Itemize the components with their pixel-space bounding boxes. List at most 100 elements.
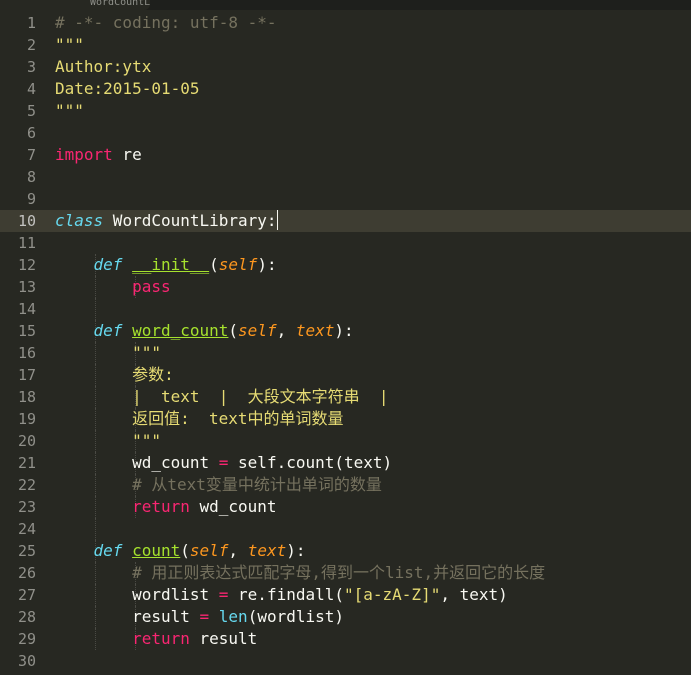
code-token: = xyxy=(218,585,229,604)
code-token: , text) xyxy=(440,585,508,604)
line-code: """ xyxy=(55,342,161,364)
line-code: """ xyxy=(55,100,84,122)
code-line[interactable]: 9 xyxy=(0,188,691,210)
code-token: self xyxy=(189,541,229,560)
indent-guide xyxy=(95,298,96,320)
code-line[interactable]: 27 wordlist = re.findall("[a-zA-Z]", tex… xyxy=(0,584,691,606)
code-token: Author:ytx xyxy=(55,57,152,76)
code-token: wd_count xyxy=(189,497,277,516)
code-line[interactable]: 16 """ xyxy=(0,342,691,364)
code-line[interactable]: 24 xyxy=(0,518,691,540)
line-number: 13 xyxy=(17,278,36,296)
code-line[interactable]: 1 # -*- coding: utf-8 -*- xyxy=(0,12,691,34)
code-line[interactable]: 13 pass xyxy=(0,276,691,298)
code-line[interactable]: 10 class WordCountLibrary: xyxy=(0,210,691,232)
line-number: 14 xyxy=(17,300,36,318)
code-token: wordlist xyxy=(132,585,219,604)
line-number: 3 xyxy=(26,58,36,76)
code-line[interactable]: 25 def count(self, text): xyxy=(0,540,691,562)
line-number: 25 xyxy=(17,542,36,560)
line-number: 26 xyxy=(17,564,36,582)
code-token: re xyxy=(112,145,142,164)
code-line[interactable]: 5 """ xyxy=(0,100,691,122)
code-token: pass xyxy=(132,277,171,296)
code-line[interactable]: 6 xyxy=(0,122,691,144)
line-number: 17 xyxy=(17,366,36,384)
code-line[interactable]: 4 Date:2015-01-05 xyxy=(0,78,691,100)
code-token: ( xyxy=(228,321,239,340)
code-line[interactable]: 12 def __init__(self): xyxy=(0,254,691,276)
code-token: self xyxy=(238,321,277,340)
code-token: # 从text变量中统计出单词的数量 xyxy=(132,475,382,494)
code-line[interactable]: 18 | text | 大段文本字符串 | xyxy=(0,386,691,408)
code-line[interactable]: 15 def word_count(self, text): xyxy=(0,320,691,342)
code-line[interactable]: 2 """ xyxy=(0,34,691,56)
line-number: 1 xyxy=(26,14,36,32)
line-number: 5 xyxy=(26,102,36,120)
line-number: 15 xyxy=(17,322,36,340)
code-token: """ xyxy=(55,35,84,54)
line-code: # -*- coding: utf-8 -*- xyxy=(55,12,277,34)
code-token: 参数: xyxy=(132,365,174,384)
line-number: 20 xyxy=(17,432,36,450)
code-line[interactable]: 8 xyxy=(0,166,691,188)
editor-window: WordCountLibrary.py 1 # -*- coding: utf-8… xyxy=(0,0,691,675)
code-line[interactable]: 17 参数: xyxy=(0,364,691,386)
code-line[interactable]: 20 """ xyxy=(0,430,691,452)
code-line[interactable]: 11 xyxy=(0,232,691,254)
line-number: 4 xyxy=(26,80,36,98)
code-line[interactable]: 23 return wd_count xyxy=(0,496,691,518)
code-token: ): xyxy=(286,541,306,560)
code-token: """ xyxy=(132,343,161,362)
code-line[interactable]: 30 xyxy=(0,650,691,672)
tab-file[interactable]: WordCountLibrary.py xyxy=(0,0,150,10)
code-token: text xyxy=(295,321,335,340)
line-code: def count(self, text): xyxy=(55,540,306,562)
code-line[interactable]: 26 # 用正则表达式匹配字母,得到一个list,并返回它的长度 xyxy=(0,562,691,584)
code-token: def xyxy=(93,541,123,560)
code-line[interactable]: 21 wd_count = self.count(text) xyxy=(0,452,691,474)
code-token: count xyxy=(132,541,181,560)
code-token: result xyxy=(132,607,200,626)
line-number: 6 xyxy=(26,124,36,142)
code-line[interactable]: 7 import re xyxy=(0,144,691,166)
code-line[interactable]: 29 return result xyxy=(0,628,691,650)
line-code: Date:2015-01-05 xyxy=(55,78,200,100)
line-number: 28 xyxy=(17,608,36,626)
line-code: result = len(wordlist) xyxy=(55,606,344,628)
code-token: , xyxy=(228,541,248,560)
line-code: def word_count(self, text): xyxy=(55,320,354,342)
code-editor[interactable]: 1 # -*- coding: utf-8 -*- 2 """ 3 Author:ytx 4… xyxy=(0,12,691,675)
line-code: return wd_count xyxy=(55,496,277,518)
line-code: 返回值: text中的单词数量 xyxy=(55,408,343,430)
code-token: Date:2015-01-05 xyxy=(55,79,200,98)
line-code: return result xyxy=(55,628,257,650)
code-line[interactable]: 22 # 从text变量中统计出单词的数量 xyxy=(0,474,691,496)
code-token: ): xyxy=(334,321,354,340)
line-code: import re xyxy=(55,144,142,166)
line-number: 30 xyxy=(17,652,36,670)
code-token: def xyxy=(93,255,123,274)
code-token: len xyxy=(218,607,248,626)
code-line[interactable]: 19 返回值: text中的单词数量 xyxy=(0,408,691,430)
line-code: 参数: xyxy=(55,364,174,386)
line-code: class WordCountLibrary: xyxy=(55,210,278,232)
code-token: "[a-zA-Z]" xyxy=(344,585,441,604)
code-token: wd_count xyxy=(132,453,219,472)
code-line[interactable]: 28 result = len(wordlist) xyxy=(0,606,691,628)
code-token: """ xyxy=(132,431,161,450)
code-line[interactable]: 3 Author:ytx xyxy=(0,56,691,78)
code-line[interactable]: 14 xyxy=(0,298,691,320)
